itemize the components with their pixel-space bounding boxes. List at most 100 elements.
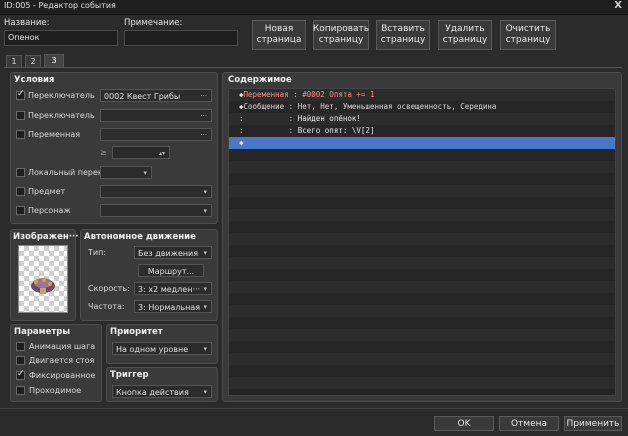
chevron-down-icon: ▾: [203, 207, 207, 215]
footer-divider: [0, 408, 628, 409]
delete-page-button[interactable]: Удалить страницу: [438, 20, 492, 50]
switch1-select[interactable]: 0002 Квест Грибы ···: [100, 89, 212, 102]
tab-divider: [4, 67, 622, 68]
tab-page-3[interactable]: 3: [44, 54, 64, 68]
empty-row[interactable]: [229, 257, 615, 269]
note-input[interactable]: [124, 30, 238, 46]
move-type-value: Без движения: [138, 249, 199, 258]
switch2-select[interactable]: ···: [100, 109, 212, 122]
actor-checkbox[interactable]: [16, 206, 25, 215]
empty-row[interactable]: [229, 281, 615, 293]
switch1-checkbox[interactable]: [16, 89, 25, 100]
command-row[interactable]: ◆Переменная : #0002 Опята += 1: [229, 89, 615, 101]
chevron-down-icon: ▾: [203, 285, 207, 293]
item-label: Предмет: [28, 187, 66, 196]
empty-row[interactable]: [229, 269, 615, 281]
copy-page-button[interactable]: Копировать страницу: [313, 20, 369, 50]
command-separator: :: [284, 102, 298, 111]
empty-row[interactable]: [229, 341, 615, 353]
options-title: Параметры: [14, 327, 71, 337]
autonomous-title: Автономное движение: [84, 232, 196, 242]
command-row[interactable]: : : Найден опёнок!: [229, 113, 615, 125]
walking-anim-checkbox[interactable]: [16, 342, 25, 351]
command-name: Переменная: [243, 90, 289, 99]
through-label: Проходимое: [29, 386, 82, 395]
through-checkbox[interactable]: [16, 386, 25, 395]
empty-row[interactable]: [229, 173, 615, 185]
event-command-list[interactable]: ◆Переменная : #0002 Опята += 1 ◆Сообщение…: [228, 88, 616, 396]
empty-row[interactable]: [229, 161, 615, 173]
variable-value-stepper[interactable]: ▴▾: [112, 146, 170, 159]
chevron-down-icon: ▾: [203, 345, 207, 353]
trigger-select[interactable]: Кнопка действия ▾: [112, 385, 212, 398]
name-input[interactable]: Опенок: [4, 30, 118, 46]
variable-select[interactable]: ···: [100, 128, 212, 141]
command-row[interactable]: ◆: [229, 137, 615, 149]
apply-button[interactable]: Применить: [564, 416, 622, 431]
empty-row[interactable]: [229, 221, 615, 233]
contents-title: Содержимое: [228, 75, 292, 85]
empty-row[interactable]: [229, 185, 615, 197]
move-type-select[interactable]: Без движения ▾: [134, 246, 212, 259]
item-select[interactable]: ▾: [100, 185, 212, 198]
stepping-anim-checkbox[interactable]: [16, 356, 25, 365]
variable-checkbox[interactable]: [16, 130, 25, 139]
direction-fix-label: Фиксированное: [29, 371, 96, 380]
priority-title: Приоритет: [110, 327, 163, 337]
paste-page-button[interactable]: Вставить страницу: [376, 20, 430, 50]
new-page-button[interactable]: Новая страница: [252, 20, 306, 50]
ellipsis-icon: ···: [200, 131, 207, 139]
empty-row[interactable]: [229, 245, 615, 257]
actor-label: Персонаж: [28, 206, 71, 215]
item-checkbox[interactable]: [16, 187, 25, 196]
chevron-down-icon: ▾: [203, 188, 207, 196]
command-text: Всего опят: \V[2]: [297, 126, 375, 135]
move-frequency-value: 3: Нормальная: [138, 303, 201, 312]
command-separator: :: [243, 114, 298, 123]
route-button[interactable]: Маршрут...: [138, 264, 204, 277]
empty-row[interactable]: [229, 233, 615, 245]
command-separator: :: [243, 126, 298, 135]
command-row[interactable]: : : Всего опят: \V[2]: [229, 125, 615, 137]
direction-fix-checkbox[interactable]: [16, 369, 25, 380]
switch2-checkbox[interactable]: [16, 111, 25, 120]
move-frequency-label: Частота:: [88, 302, 125, 311]
switch1-value: 0002 Квест Грибы: [104, 92, 181, 101]
title-bar: ID:005 - Редактор события X: [0, 0, 628, 15]
self-switch-checkbox[interactable]: [16, 168, 25, 177]
close-icon[interactable]: X: [614, 0, 622, 11]
command-separator: :: [288, 90, 303, 99]
clear-page-button[interactable]: Очистить страницу: [500, 20, 556, 50]
move-speed-select[interactable]: 3: x2 медлен··· ▾: [134, 282, 212, 295]
self-switch-label: Локальный перек···: [28, 168, 111, 177]
empty-row[interactable]: [229, 377, 615, 389]
move-type-label: Тип:: [88, 248, 107, 257]
name-label: Название:: [4, 18, 50, 28]
actor-select[interactable]: ▾: [100, 204, 212, 217]
priority-select[interactable]: На одном уровне ▾: [112, 342, 212, 355]
trigger-title: Триггер: [110, 370, 149, 380]
command-row[interactable]: ◆Сообщение : Нет, Нет, Уменьшенная освещ…: [229, 101, 615, 113]
event-graphic-preview[interactable]: [18, 245, 68, 313]
empty-row[interactable]: [229, 329, 615, 341]
ok-button[interactable]: OK: [434, 416, 494, 431]
cancel-button[interactable]: Отмена: [499, 416, 559, 431]
empty-row[interactable]: [229, 293, 615, 305]
conditions-title: Условия: [14, 75, 55, 85]
stepping-anim-label: Двигается стоя: [29, 356, 95, 365]
empty-row[interactable]: [229, 209, 615, 221]
empty-row[interactable]: [229, 149, 615, 161]
empty-row[interactable]: [229, 365, 615, 377]
empty-row[interactable]: [229, 305, 615, 317]
variable-label: Переменная: [28, 130, 81, 139]
empty-row[interactable]: [229, 197, 615, 209]
window-title: ID:005 - Редактор события: [4, 1, 116, 10]
image-title: Изображен···: [13, 232, 79, 242]
empty-row[interactable]: [229, 353, 615, 365]
chevron-down-icon: ▾: [203, 249, 207, 257]
chevron-down-icon: ▾: [203, 388, 207, 396]
empty-row[interactable]: [229, 317, 615, 329]
self-switch-select[interactable]: ▾: [100, 166, 152, 179]
variable-compare-sign: ≥: [100, 148, 107, 157]
move-frequency-select[interactable]: 3: Нормальная ▾: [134, 300, 212, 313]
